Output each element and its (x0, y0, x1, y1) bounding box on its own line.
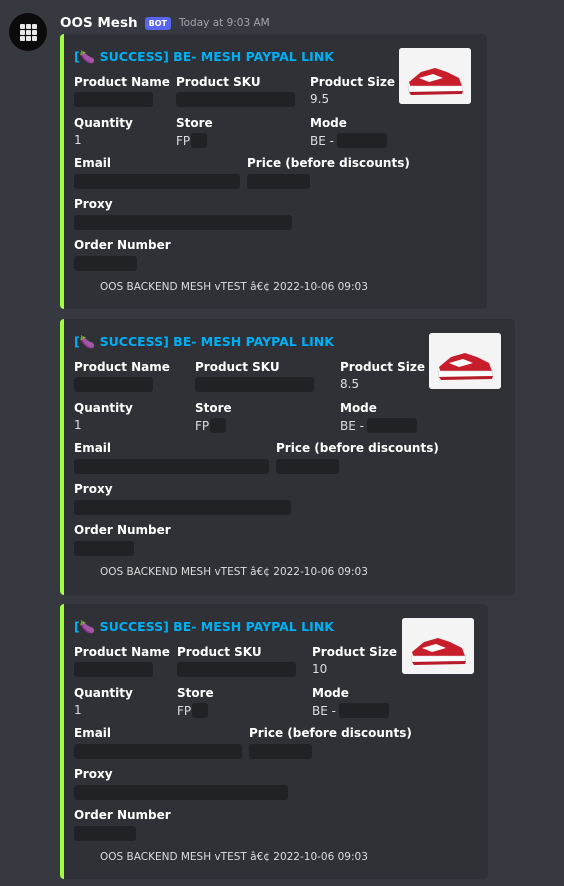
redacted-proxy (74, 500, 291, 515)
label-product-size: Product Size (312, 645, 397, 659)
redacted-product-name (74, 92, 153, 107)
redacted-product-name (74, 377, 153, 392)
mode-prefix: BE - (340, 418, 364, 433)
label-store: Store (177, 686, 214, 700)
embed-card: [🍆 SUCCESS] BE- MESH PAYPAL LINK Product… (60, 604, 488, 879)
redacted-order-number (74, 256, 137, 271)
product-size-value: 9.5 (310, 92, 330, 106)
quantity-value: 1 (74, 703, 82, 717)
mode-prefix: BE - (310, 133, 334, 148)
label-order-number: Order Number (74, 808, 171, 822)
embed-card: [🍆 SUCCESS] BE- MESH PAYPAL LINK Product… (60, 34, 487, 309)
label-mode: Mode (312, 686, 349, 700)
redacted-price (249, 744, 312, 759)
message-header: OOS Mesh BOT Today at 9:03 AM (60, 13, 270, 33)
redacted-mode (336, 133, 387, 148)
label-quantity: Quantity (74, 401, 133, 415)
mode-value: BE - (340, 418, 417, 433)
sneaker-thumbnail[interactable] (402, 618, 474, 674)
product-size-value: 8.5 (340, 377, 360, 391)
label-product-sku: Product SKU (176, 75, 261, 89)
label-mode: Mode (340, 401, 377, 415)
redacted-price (247, 174, 310, 189)
label-store: Store (195, 401, 232, 415)
store-value: FP (176, 133, 208, 148)
redacted-proxy (74, 785, 288, 800)
store-value: FP (195, 418, 227, 433)
red-sneaker-icon (402, 618, 474, 674)
message-timestamp[interactable]: Today at 9:03 AM (179, 17, 270, 29)
redacted-store (191, 133, 208, 148)
label-email: Email (74, 156, 112, 170)
redacted-order-number (74, 826, 136, 841)
label-store: Store (176, 116, 213, 130)
sneaker-thumbnail[interactable] (429, 333, 501, 389)
label-email: Email (74, 726, 112, 740)
redacted-product-sku (195, 377, 314, 392)
label-price: Price (before discounts) (276, 441, 439, 455)
redacted-store (210, 418, 227, 433)
redacted-product-name (74, 662, 153, 677)
redacted-email (74, 174, 240, 189)
label-proxy: Proxy (74, 197, 113, 211)
label-proxy: Proxy (74, 482, 113, 496)
embed-title[interactable]: [🍆 SUCCESS] BE- MESH PAYPAL LINK (74, 619, 334, 635)
embed-footer: OOS BACKEND MESH vTEST â€¢ 2022-10-06 09… (100, 851, 368, 863)
redacted-email (74, 744, 242, 759)
label-product-size: Product Size (310, 75, 395, 89)
quantity-value: 1 (74, 133, 82, 147)
redacted-store (192, 703, 209, 718)
embed-card: [🍆 SUCCESS] BE- MESH PAYPAL LINK Product… (60, 319, 515, 595)
embed-title[interactable]: [🍆 SUCCESS] BE- MESH PAYPAL LINK (74, 49, 334, 65)
label-order-number: Order Number (74, 238, 171, 252)
store-prefix: FP (195, 418, 210, 433)
redacted-proxy (74, 215, 292, 230)
label-product-name: Product Name (74, 645, 170, 659)
label-product-sku: Product SKU (195, 360, 280, 374)
label-email: Email (74, 441, 112, 455)
redacted-email (74, 459, 269, 474)
username[interactable]: OOS Mesh (60, 15, 138, 31)
mode-value: BE - (312, 703, 389, 718)
embed-footer: OOS BACKEND MESH vTEST â€¢ 2022-10-06 09… (100, 566, 368, 578)
oos-logo-icon (19, 23, 37, 41)
quantity-value: 1 (74, 418, 82, 432)
redacted-product-sku (177, 662, 296, 677)
mode-value: BE - (310, 133, 387, 148)
red-sneaker-icon (399, 48, 471, 104)
redacted-product-sku (176, 92, 295, 107)
store-prefix: FP (177, 703, 192, 718)
product-size-value: 10 (312, 662, 328, 676)
bot-avatar[interactable] (9, 13, 47, 51)
label-product-name: Product Name (74, 75, 170, 89)
redacted-mode (366, 418, 417, 433)
sneaker-thumbnail[interactable] (399, 48, 471, 104)
store-value: FP (177, 703, 209, 718)
label-price: Price (before discounts) (249, 726, 412, 740)
store-prefix: FP (176, 133, 191, 148)
label-order-number: Order Number (74, 523, 171, 537)
redacted-order-number (74, 541, 134, 556)
label-mode: Mode (310, 116, 347, 130)
label-product-name: Product Name (74, 360, 170, 374)
red-sneaker-icon (429, 333, 501, 389)
embed-footer: OOS BACKEND MESH vTEST â€¢ 2022-10-06 09… (100, 281, 368, 293)
label-quantity: Quantity (74, 686, 133, 700)
redacted-mode (338, 703, 389, 718)
label-product-size: Product Size (340, 360, 425, 374)
mode-prefix: BE - (312, 703, 336, 718)
label-price: Price (before discounts) (247, 156, 410, 170)
label-proxy: Proxy (74, 767, 113, 781)
label-product-sku: Product SKU (177, 645, 262, 659)
label-quantity: Quantity (74, 116, 133, 130)
redacted-price (276, 459, 339, 474)
embed-title[interactable]: [🍆 SUCCESS] BE- MESH PAYPAL LINK (74, 334, 334, 350)
bot-tag: BOT (144, 16, 171, 30)
